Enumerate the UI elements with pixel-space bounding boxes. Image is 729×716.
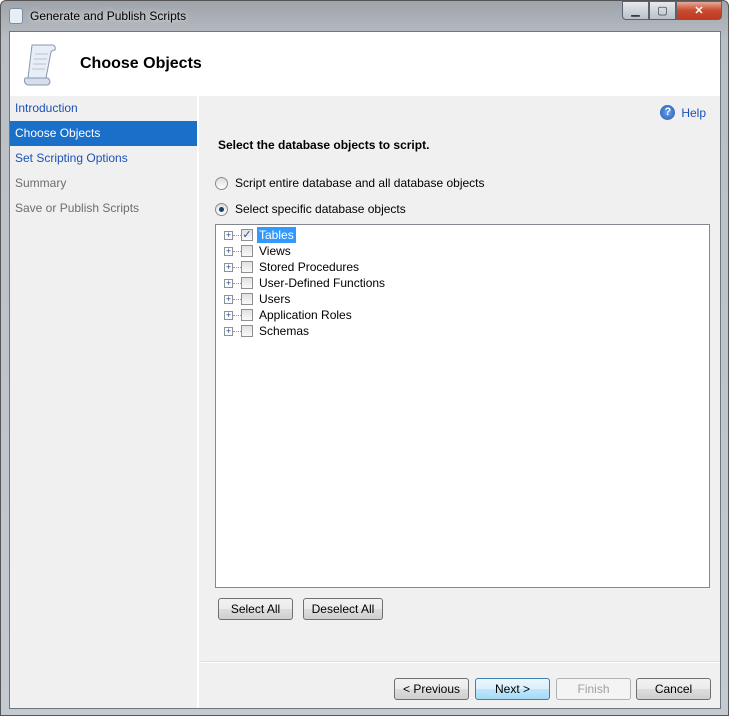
scroll-icon bbox=[9, 8, 23, 24]
tree-connector bbox=[233, 282, 241, 284]
help-label: Help bbox=[681, 105, 706, 120]
step-summary: Summary bbox=[15, 176, 67, 190]
tree-connector bbox=[233, 250, 241, 252]
checkbox[interactable] bbox=[241, 309, 253, 321]
tree-node[interactable]: + Views bbox=[216, 243, 709, 259]
tree-node[interactable]: + Users bbox=[216, 291, 709, 307]
page-title: Choose Objects bbox=[80, 55, 202, 72]
radio-button[interactable] bbox=[215, 202, 228, 216]
finish-button: Finish bbox=[556, 678, 631, 700]
checkbox[interactable] bbox=[241, 245, 253, 257]
radio-button[interactable] bbox=[215, 176, 228, 190]
tree-connector bbox=[233, 330, 241, 332]
tree-connector bbox=[233, 234, 241, 236]
footer-divider bbox=[201, 661, 720, 663]
wizard-steps: Introduction Choose Objects Set Scriptin… bbox=[10, 96, 199, 708]
tree-node[interactable]: + ✓ Tables bbox=[216, 227, 709, 243]
radio-label: Script entire database and all database … bbox=[235, 176, 485, 190]
help-icon: ? bbox=[660, 105, 676, 120]
step-save-or-publish: Save or Publish Scripts bbox=[15, 201, 140, 215]
radio-entire-database[interactable]: Script entire database and all database … bbox=[215, 176, 485, 190]
tree-node-label[interactable]: Tables bbox=[257, 227, 296, 243]
tree-node[interactable]: + Application Roles bbox=[216, 307, 709, 323]
step-set-scripting-options[interactable]: Set Scripting Options bbox=[10, 146, 197, 171]
close-button[interactable]: ✕ bbox=[676, 1, 722, 20]
radio-label: Select specific database objects bbox=[235, 202, 406, 216]
wizard-header: Choose Objects bbox=[10, 32, 720, 96]
window-title: Generate and Publish Scripts bbox=[30, 9, 187, 23]
tree-node-label[interactable]: Schemas bbox=[257, 323, 311, 339]
step-choose-objects[interactable]: Choose Objects bbox=[10, 121, 197, 146]
help-link[interactable]: ? Help bbox=[660, 105, 706, 120]
tree-node[interactable]: + User-Defined Functions bbox=[216, 275, 709, 291]
expand-icon[interactable]: + bbox=[224, 326, 233, 336]
expand-icon[interactable]: + bbox=[224, 230, 233, 240]
expand-icon[interactable]: + bbox=[224, 246, 233, 256]
main-panel: ? Help Select the database objects to sc… bbox=[201, 96, 720, 708]
object-tree[interactable]: + ✓ Tables + Views + Stored Procedures + User-De… bbox=[215, 224, 710, 588]
checkbox[interactable]: ✓ bbox=[241, 229, 253, 241]
tree-node-label[interactable]: Application Roles bbox=[257, 307, 354, 323]
radio-specific-objects[interactable]: Select specific database objects bbox=[215, 202, 406, 216]
expand-icon[interactable]: + bbox=[224, 278, 233, 288]
expand-icon[interactable]: + bbox=[224, 262, 233, 272]
checkbox[interactable] bbox=[241, 293, 253, 305]
title-bar[interactable]: Generate and Publish Scripts ▁ ▢ ✕ bbox=[1, 1, 728, 31]
script-scroll-icon bbox=[23, 44, 56, 86]
checkbox[interactable] bbox=[241, 261, 253, 273]
next-button[interactable]: Next > bbox=[475, 678, 550, 700]
tree-node[interactable]: + Stored Procedures bbox=[216, 259, 709, 275]
expand-icon[interactable]: + bbox=[224, 310, 233, 320]
tree-node-label[interactable]: Views bbox=[257, 243, 293, 259]
instruction-text: Select the database objects to script. bbox=[218, 138, 430, 152]
tree-node-label[interactable]: Stored Procedures bbox=[257, 259, 361, 275]
tree-node-label[interactable]: User-Defined Functions bbox=[257, 275, 387, 291]
deselect-all-button[interactable]: Deselect All bbox=[303, 598, 383, 620]
select-all-button[interactable]: Select All bbox=[218, 598, 293, 620]
tree-connector bbox=[233, 266, 241, 268]
checkbox[interactable] bbox=[241, 277, 253, 289]
step-introduction[interactable]: Introduction bbox=[10, 96, 197, 121]
previous-button[interactable]: < Previous bbox=[394, 678, 469, 700]
tree-connector bbox=[233, 314, 241, 316]
checkbox[interactable] bbox=[241, 325, 253, 337]
tree-node-label[interactable]: Users bbox=[257, 291, 292, 307]
tree-node[interactable]: + Schemas bbox=[216, 323, 709, 339]
minimize-button[interactable]: ▁ bbox=[622, 1, 649, 20]
window: Generate and Publish Scripts ▁ ▢ ✕ Choos… bbox=[0, 0, 729, 716]
tree-connector bbox=[233, 298, 241, 300]
maximize-button[interactable]: ▢ bbox=[649, 1, 676, 20]
cancel-button[interactable]: Cancel bbox=[636, 678, 711, 700]
expand-icon[interactable]: + bbox=[224, 294, 233, 304]
